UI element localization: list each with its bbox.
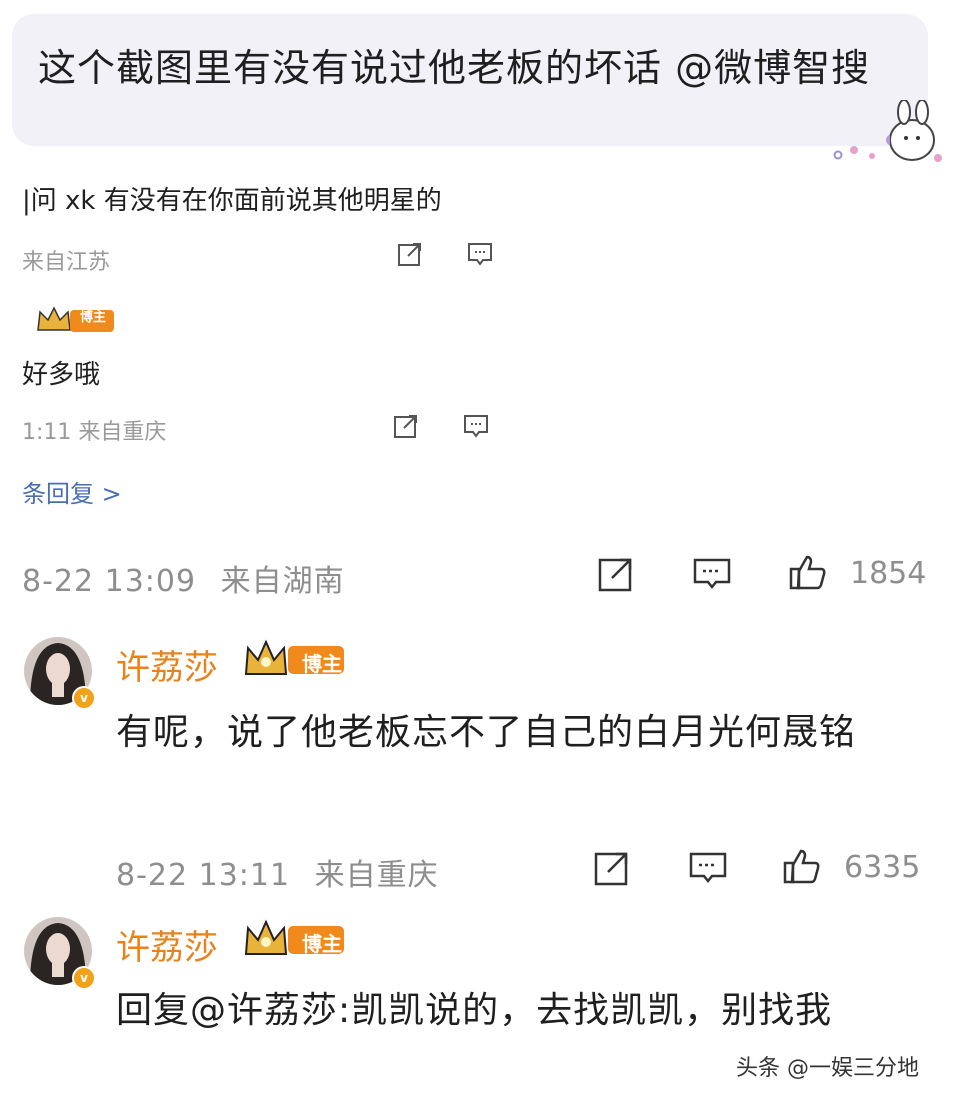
share-icon <box>394 415 417 438</box>
comment-icon <box>468 243 492 266</box>
embedded-comment-text: |问 xk 有没有在你面前说其他明星的 <box>22 186 442 216</box>
username[interactable]: 许荔莎 <box>116 920 218 969</box>
comment-meta: 8-22 13:11 来自重庆 <box>116 850 439 894</box>
comment-icon[interactable] <box>688 848 728 888</box>
comment-text: 有呢，说了他老板忘不了自己的白月光何晟铭 <box>116 712 857 753</box>
share-icon <box>398 243 421 266</box>
question-bubble: 这个截图里有没有说过他老板的坏话 @微博智搜 <box>12 14 928 146</box>
comment-location: 来自重庆 <box>314 858 439 893</box>
like-count: 1854 <box>850 556 927 591</box>
verified-badge-icon: v <box>72 686 96 710</box>
more-replies-link[interactable]: 条回复 > <box>22 474 122 509</box>
verified-badge-icon: v <box>72 966 96 990</box>
username[interactable]: 许荔莎 <box>116 640 218 689</box>
comment-icon <box>464 415 488 438</box>
embedded-reply-meta: 1:11 来自重庆 <box>22 420 167 445</box>
badge-label: 博主 <box>302 652 342 676</box>
like-icon[interactable] <box>782 846 822 886</box>
bunny-sticker-icon <box>833 100 942 162</box>
share-icon[interactable] <box>596 554 636 594</box>
thread-location: 来自湖南 <box>220 564 345 599</box>
embedded-badge-label: 博主 <box>80 310 107 325</box>
comment-time: 8-22 13:11 <box>116 858 291 893</box>
embedded-comment-meta: 来自江苏 <box>22 250 111 275</box>
like-icon[interactable] <box>788 552 828 592</box>
comment-icon[interactable] <box>692 554 732 594</box>
embedded-reply-text: 好多哦 <box>22 360 101 390</box>
question-text: 这个截图里有没有说过他老板的坏话 @微博智搜 <box>38 46 871 90</box>
thread-time-text: 8-22 13:09 <box>22 564 197 599</box>
like-count: 6335 <box>844 850 921 885</box>
share-icon[interactable] <box>592 848 632 888</box>
comment-text: 回复@许荔莎:凯凯说的，去找凯凯，别找我 <box>116 990 833 1031</box>
thread-time: 8-22 13:09 来自湖南 <box>22 556 345 600</box>
badge-label: 博主 <box>302 932 342 956</box>
watermark: 头条 @一娱三分地 <box>736 1056 919 1081</box>
